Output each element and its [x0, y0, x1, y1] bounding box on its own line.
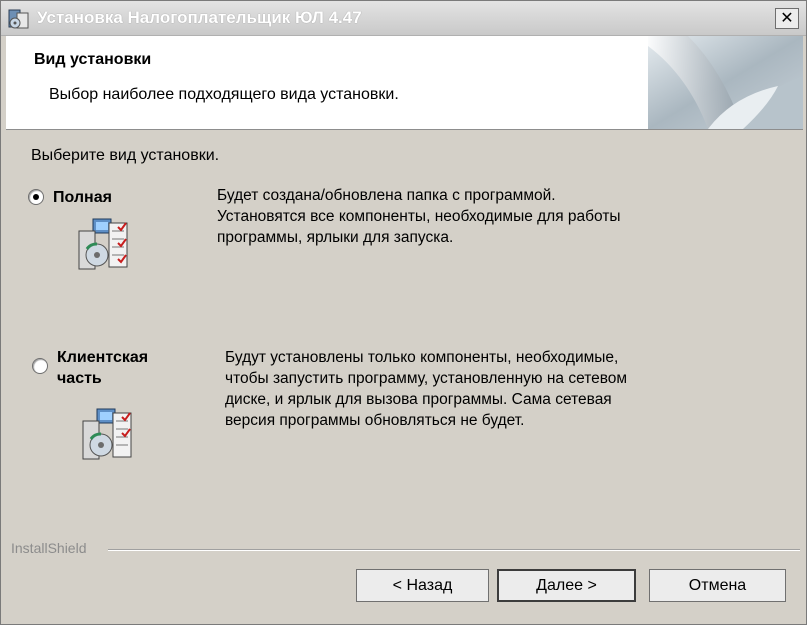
installshield-brand: InstallShield: [11, 540, 87, 556]
setup-package-icon: [78, 218, 128, 270]
description-line: Установятся все компоненты, необходимые …: [217, 208, 621, 225]
description-line: Будет создана/обновлена папка с программ…: [217, 187, 556, 204]
page-curl-art: [648, 36, 803, 129]
option-full-description: Будет создана/обновлена папка с программ…: [217, 185, 621, 248]
cancel-button[interactable]: Отмена: [649, 569, 786, 602]
window-title: Установка Налогоплательщик ЮЛ 4.47: [37, 8, 362, 27]
header-subtitle: Выбор наиболее подходящего вида установк…: [49, 86, 399, 103]
back-button[interactable]: < Назад: [356, 569, 489, 602]
description-line: Будут установлены только компоненты, нео…: [225, 349, 619, 366]
option-client-label[interactable]: Клиентская часть: [57, 347, 148, 389]
option-client-description: Будут установлены только компоненты, нео…: [225, 347, 627, 431]
setup-package-icon: [82, 408, 132, 460]
option-client-label-line: Клиентская: [57, 349, 149, 366]
radio-client-install[interactable]: [32, 358, 48, 374]
option-full-label[interactable]: Полная: [53, 187, 112, 208]
description-line: диске, и ярлык для вызова программы. Сам…: [225, 391, 612, 408]
next-button[interactable]: Далее >: [497, 569, 636, 602]
installer-window: Установка Налогоплательщик ЮЛ 4.47 ✕ Вид…: [0, 0, 807, 625]
install-type-prompt: Выберите вид установки.: [31, 147, 220, 164]
header-title: Вид установки: [34, 51, 152, 68]
close-icon: ✕: [780, 10, 794, 27]
radio-selected-dot: [33, 194, 39, 200]
close-button[interactable]: ✕: [775, 8, 799, 29]
header-banner: Вид установки Выбор наиболее подходящего…: [6, 36, 803, 130]
description-line: чтобы запустить программу, установленную…: [225, 370, 628, 387]
option-client-label-line: часть: [57, 370, 102, 387]
installer-app-icon: [8, 9, 29, 29]
description-line: версия программы обновляться не будет.: [225, 412, 525, 429]
footer-separator: [108, 549, 800, 551]
title-bar[interactable]: Установка Налогоплательщик ЮЛ 4.47 ✕: [1, 1, 806, 36]
description-line: программы, ярлыки для запуска.: [217, 229, 454, 246]
radio-full-install[interactable]: [28, 189, 44, 205]
